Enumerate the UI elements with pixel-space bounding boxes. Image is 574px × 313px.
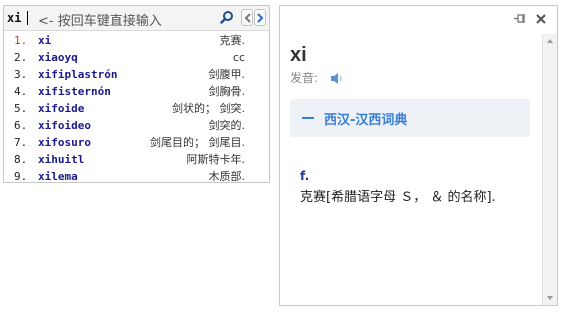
search-bar: xi <- 按回车键直接输入: [4, 6, 269, 31]
search-input[interactable]: xi: [7, 11, 21, 25]
list-item[interactable]: 5. xifoide 剑状的； 剑突.: [4, 100, 269, 117]
suggestion-panel: xi <- 按回车键直接输入 1. xi 克赛. 2. xiaoyq cc 3.…: [3, 5, 270, 183]
item-definition: 剑突的.: [208, 119, 246, 132]
pronunciation-label: 发音:: [290, 71, 319, 85]
item-definition: 剑腹甲.: [208, 68, 246, 81]
collapse-icon: [302, 117, 314, 119]
prev-button[interactable]: [241, 9, 253, 26]
close-icon[interactable]: [536, 13, 546, 27]
item-number: 4.: [14, 85, 28, 98]
definition-text: 克赛[希腊语字母 Ｓ， ＆ 的名称].: [300, 190, 496, 205]
item-word: xiaoyq: [38, 51, 78, 64]
list-item[interactable]: 4. xifisternón 剑胸骨.: [4, 83, 269, 100]
item-word: xihuitl: [38, 153, 85, 166]
definition-panel: xi 发音: 西汉-汉西词典 f. 克赛[希腊语字母 Ｓ， ＆ 的名称].: [279, 5, 558, 306]
search-icon[interactable]: [220, 10, 234, 24]
item-definition: 剑尾目的； 剑尾目.: [150, 136, 245, 149]
chevron-left-icon: [244, 13, 251, 23]
item-word: xifoideo: [38, 119, 91, 132]
headword: xi: [290, 44, 307, 66]
item-number: 5.: [14, 102, 28, 115]
item-number: 2.: [14, 51, 28, 64]
scroll-down-icon[interactable]: [546, 295, 554, 301]
item-word: xifisternón: [38, 85, 111, 98]
list-item[interactable]: 1. xi 克赛.: [4, 32, 269, 49]
suggestion-list: 1. xi 克赛. 2. xiaoyq cc 3. xifiplastrón 剑…: [4, 32, 269, 185]
item-word: xifoide: [38, 102, 85, 115]
text-caret: [27, 11, 28, 25]
item-definition: cc: [232, 51, 245, 64]
scrollbar[interactable]: [542, 34, 557, 305]
item-number: 7.: [14, 136, 28, 149]
speaker-icon[interactable]: [330, 72, 343, 88]
item-number: 6.: [14, 119, 28, 132]
item-number: 3.: [14, 68, 28, 81]
panel-titlebar: [280, 6, 557, 32]
chevron-right-icon: [257, 13, 264, 23]
dictionary-name: 西汉-汉西词典: [324, 113, 408, 128]
pin-icon[interactable]: [513, 13, 525, 27]
item-number: 8.: [14, 153, 28, 166]
item-definition: 剑胸骨.: [208, 85, 246, 98]
list-item[interactable]: 8. xihuitl 阿斯特卡年.: [4, 151, 269, 168]
item-definition: 剑状的； 剑突.: [172, 102, 245, 115]
item-number: 9.: [14, 170, 28, 183]
item-definition: 阿斯特卡年.: [186, 153, 246, 166]
item-word: xi: [38, 34, 52, 47]
scroll-up-icon[interactable]: [546, 38, 554, 44]
item-definition: 克赛.: [219, 34, 246, 47]
next-button[interactable]: [254, 9, 266, 26]
item-number: 1.: [14, 34, 28, 47]
list-item[interactable]: 3. xifiplastrón 剑腹甲.: [4, 66, 269, 83]
item-word: xifosuro: [38, 136, 91, 149]
list-item[interactable]: 2. xiaoyq cc: [4, 49, 269, 66]
item-word: xilema: [38, 170, 78, 183]
part-of-speech: f.: [300, 169, 310, 183]
search-hint: <- 按回车键直接输入: [38, 14, 162, 29]
list-item[interactable]: 6. xifoideo 剑突的.: [4, 117, 269, 134]
item-word: xifiplastrón: [38, 68, 118, 81]
list-item[interactable]: 7. xifosuro 剑尾目的； 剑尾目.: [4, 134, 269, 151]
list-item[interactable]: 9. xilema 木质部.: [4, 168, 269, 185]
dictionary-header[interactable]: 西汉-汉西词典: [290, 99, 530, 137]
item-definition: 木质部.: [208, 170, 246, 183]
